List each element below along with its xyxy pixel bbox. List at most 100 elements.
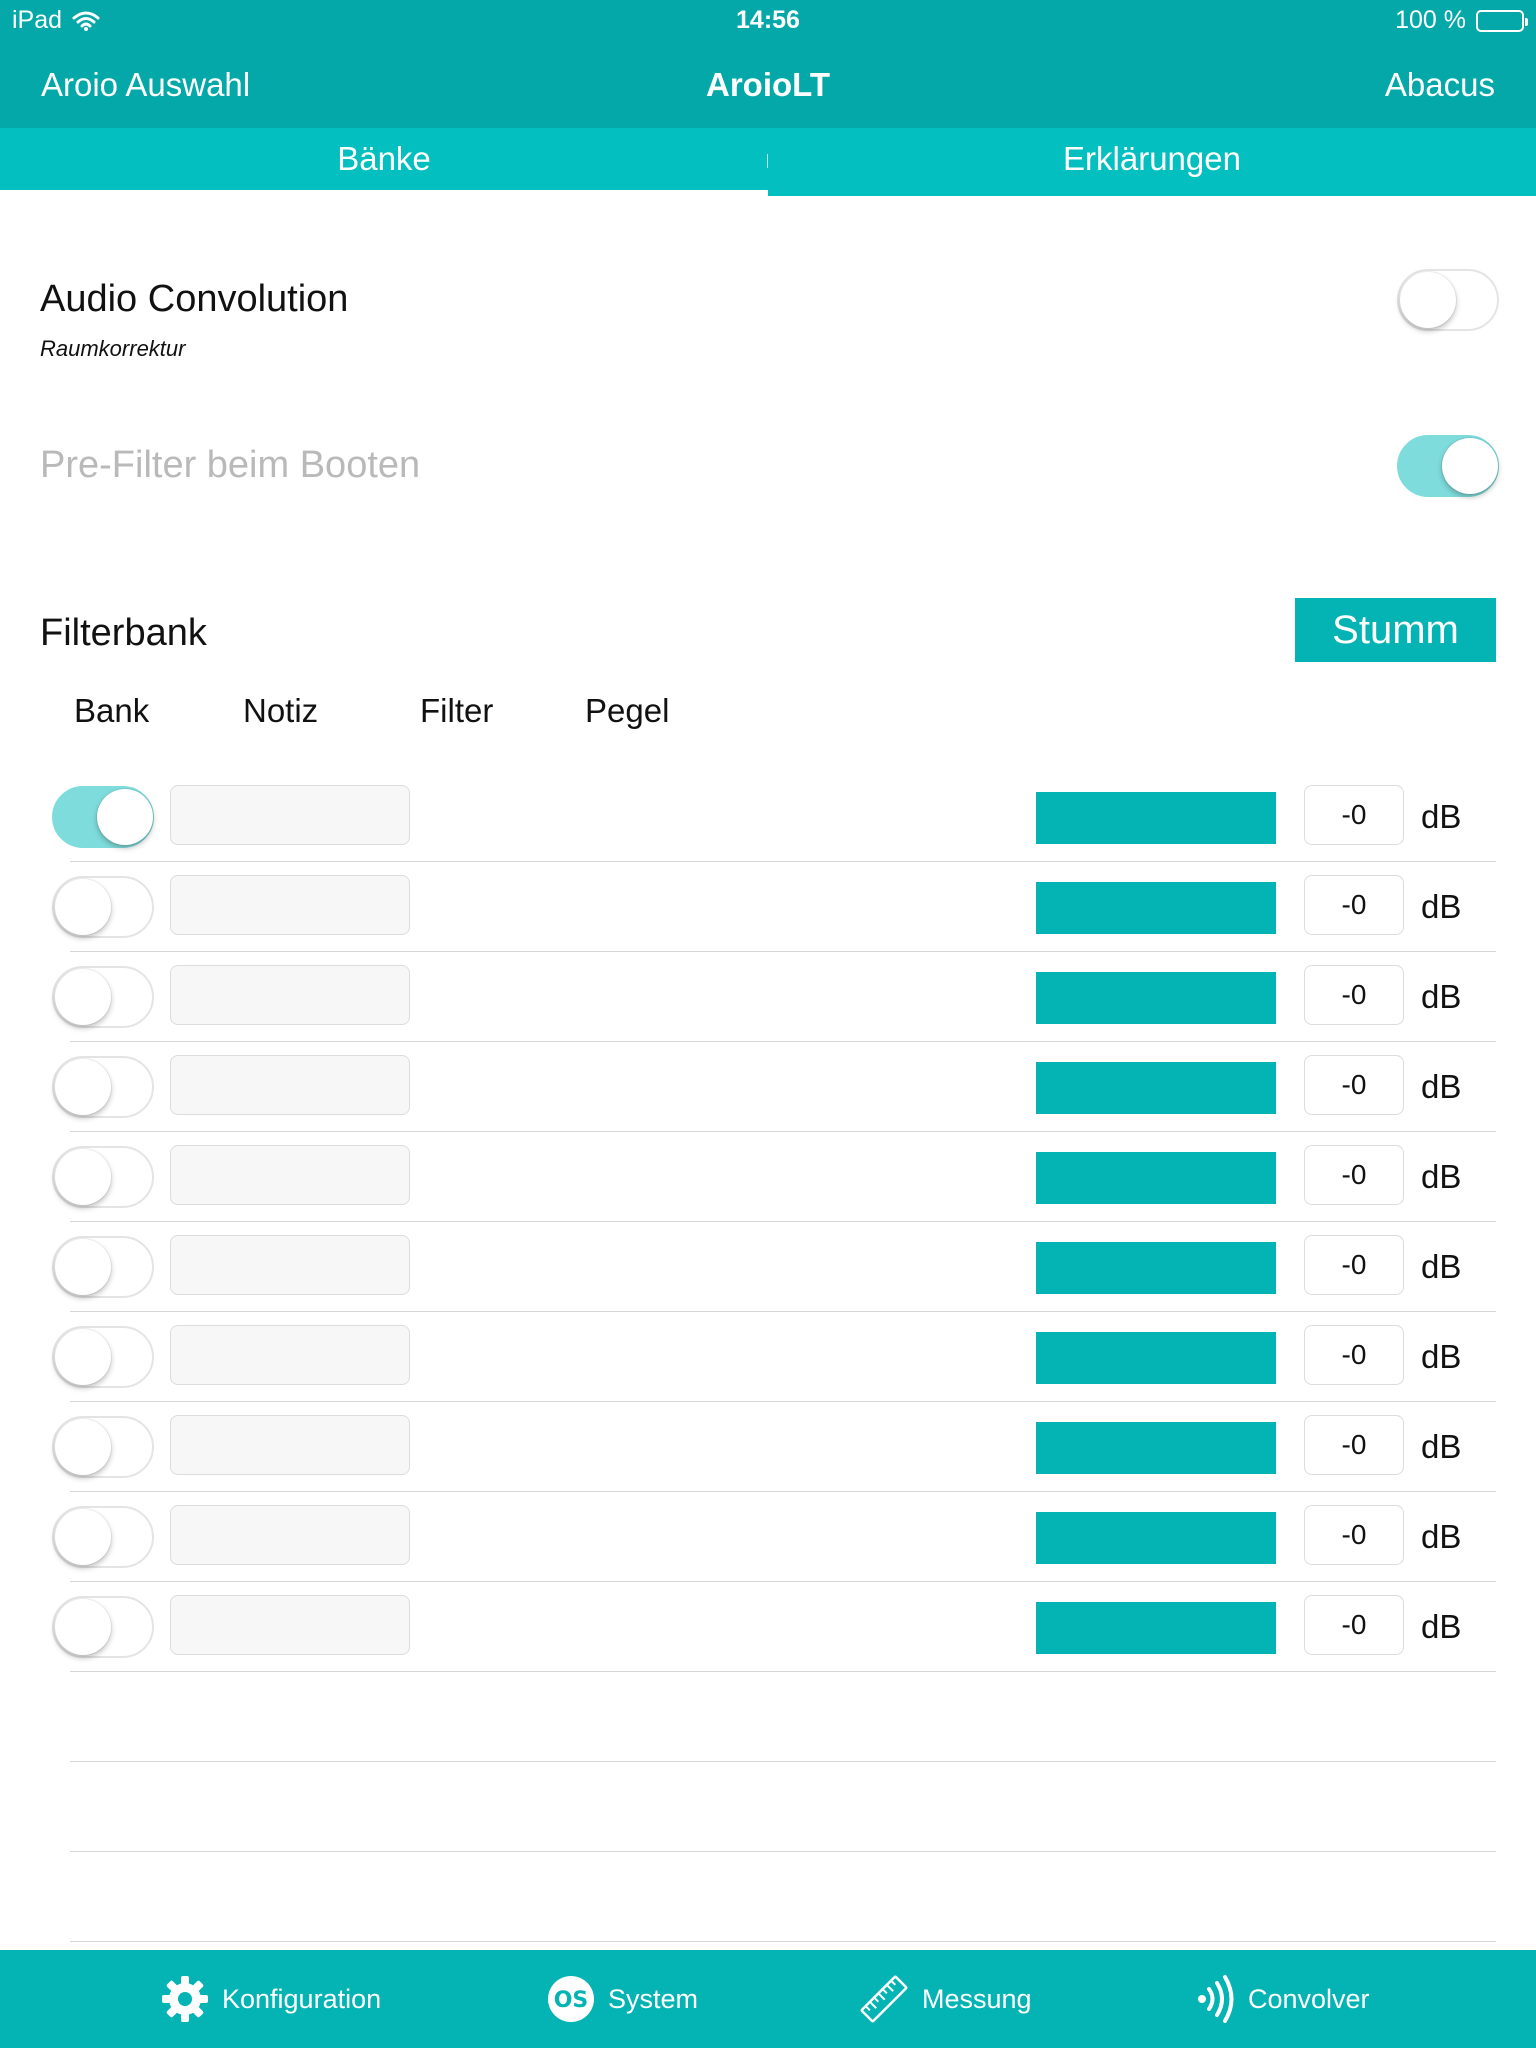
row-separator	[70, 1311, 1496, 1312]
abacus-button[interactable]: Abacus	[1385, 66, 1495, 104]
level-field[interactable]: -0	[1304, 1145, 1404, 1205]
bottom-tab-convolver[interactable]: Convolver	[1196, 1950, 1370, 2048]
filterbank-row: -0 dB	[0, 1048, 1536, 1138]
filterbank-row: -0 dB	[0, 778, 1536, 868]
navigation-bar: Aroio Auswahl AroioLT Abacus	[0, 50, 1536, 120]
filterbank-row: -0 dB	[0, 1408, 1536, 1498]
filterbank-row: -0 dB	[0, 868, 1536, 958]
filterbank-row: -0 dB	[0, 1228, 1536, 1318]
column-header-bank: Bank	[74, 692, 150, 729]
audio-convolution-label: Audio Convolution	[40, 278, 349, 320]
row-separator	[70, 861, 1496, 862]
level-unit: dB	[1421, 888, 1462, 925]
ruler-icon	[858, 1973, 910, 2025]
row-separator	[70, 1761, 1496, 1762]
row-separator	[70, 1041, 1496, 1042]
gear-icon	[160, 1974, 210, 2024]
note-field[interactable]	[170, 965, 410, 1025]
bank-toggle[interactable]	[52, 966, 154, 1028]
tab-erklaerungen[interactable]: Erklärungen	[768, 128, 1536, 196]
filterbank-row: -0 dB	[0, 1138, 1536, 1228]
column-header-notiz: Notiz	[243, 692, 319, 729]
top-bar: iPad 14:56 100 % Aroio Auswahl AroioLT A…	[0, 0, 1536, 128]
level-unit: dB	[1421, 1338, 1462, 1375]
note-field[interactable]	[170, 1235, 410, 1295]
column-header-filter: Filter	[420, 692, 494, 729]
level-unit: dB	[1421, 1608, 1462, 1645]
svg-text:OS: OS	[554, 1988, 589, 2013]
level-field[interactable]: -0	[1304, 875, 1404, 935]
note-field[interactable]	[170, 1325, 410, 1385]
bottom-tab-konfiguration[interactable]: Konfiguration	[160, 1950, 381, 2048]
wave-icon	[1196, 1973, 1236, 2025]
row-separator	[70, 1671, 1496, 1672]
filter-select-button[interactable]	[1036, 1152, 1276, 1204]
level-unit: dB	[1421, 1068, 1462, 1105]
row-separator	[70, 1941, 1496, 1942]
status-time: 14:56	[736, 6, 800, 34]
filterbank-title: Filterbank	[40, 612, 207, 654]
note-field[interactable]	[170, 1595, 410, 1655]
bank-toggle[interactable]	[52, 876, 154, 938]
level-unit: dB	[1421, 1518, 1462, 1555]
note-field[interactable]	[170, 875, 410, 935]
level-unit: dB	[1421, 1428, 1462, 1465]
prefilter-label: Pre-Filter beim Booten	[40, 444, 421, 486]
bank-toggle[interactable]	[52, 1326, 154, 1388]
bank-toggle[interactable]	[52, 786, 154, 848]
bank-toggle[interactable]	[52, 1236, 154, 1298]
level-field[interactable]: -0	[1304, 965, 1404, 1025]
tab-divider	[767, 154, 768, 168]
level-field[interactable]: -0	[1304, 1325, 1404, 1385]
row-separator	[70, 1401, 1496, 1402]
filter-select-button[interactable]	[1036, 1332, 1276, 1384]
segmented-tabs: Bänke Erklärungen	[0, 128, 1536, 196]
row-separator	[70, 1131, 1496, 1132]
note-field[interactable]	[170, 1145, 410, 1205]
page-title: AroioLT	[705, 66, 831, 103]
filter-select-button[interactable]	[1036, 792, 1276, 844]
level-field[interactable]: -0	[1304, 1055, 1404, 1115]
level-unit: dB	[1421, 1248, 1462, 1285]
filterbank-row: -0 dB	[0, 1498, 1536, 1588]
filter-select-button[interactable]	[1036, 1512, 1276, 1564]
bottom-tab-messung[interactable]: Messung	[858, 1950, 1032, 2048]
note-field[interactable]	[170, 1505, 410, 1565]
level-field[interactable]: -0	[1304, 1415, 1404, 1475]
audio-convolution-toggle[interactable]	[1397, 269, 1499, 331]
level-field[interactable]: -0	[1304, 1235, 1404, 1295]
status-bar: iPad 14:56 100 %	[0, 0, 1536, 40]
battery-percent: 100 %	[1395, 6, 1466, 34]
mute-button[interactable]: Stumm	[1295, 598, 1496, 662]
filterbank-row: -0 dB	[0, 1588, 1536, 1678]
bank-toggle[interactable]	[52, 1146, 154, 1208]
bottom-tab-label: System	[608, 1983, 699, 2014]
filter-select-button[interactable]	[1036, 1242, 1276, 1294]
filter-select-button[interactable]	[1036, 1422, 1276, 1474]
filter-select-button[interactable]	[1036, 1062, 1276, 1114]
filter-select-button[interactable]	[1036, 882, 1276, 934]
row-separator	[70, 951, 1496, 952]
bank-toggle[interactable]	[52, 1596, 154, 1658]
bottom-tab-system[interactable]: OS System	[546, 1950, 698, 2048]
column-header-pegel: Pegel	[585, 692, 670, 729]
note-field[interactable]	[170, 1055, 410, 1115]
tab-baenke[interactable]: Bänke	[0, 128, 768, 196]
battery-icon	[1476, 9, 1528, 32]
bank-toggle[interactable]	[52, 1416, 154, 1478]
note-field[interactable]	[170, 1415, 410, 1475]
note-field[interactable]	[170, 785, 410, 845]
filter-select-button[interactable]	[1036, 1602, 1276, 1654]
bottom-tab-label: Konfiguration	[222, 1983, 382, 2014]
level-field[interactable]: -0	[1304, 1505, 1404, 1565]
prefilter-toggle[interactable]	[1397, 435, 1499, 497]
level-unit: dB	[1421, 978, 1462, 1015]
level-field[interactable]: -0	[1304, 1595, 1404, 1655]
bottom-tab-label: Messung	[922, 1983, 1032, 2014]
filterbank-row: -0 dB	[0, 1318, 1536, 1408]
bank-toggle[interactable]	[52, 1056, 154, 1118]
audio-convolution-sublabel: Raumkorrektur	[40, 336, 186, 361]
level-field[interactable]: -0	[1304, 785, 1404, 845]
bank-toggle[interactable]	[52, 1506, 154, 1568]
filter-select-button[interactable]	[1036, 972, 1276, 1024]
